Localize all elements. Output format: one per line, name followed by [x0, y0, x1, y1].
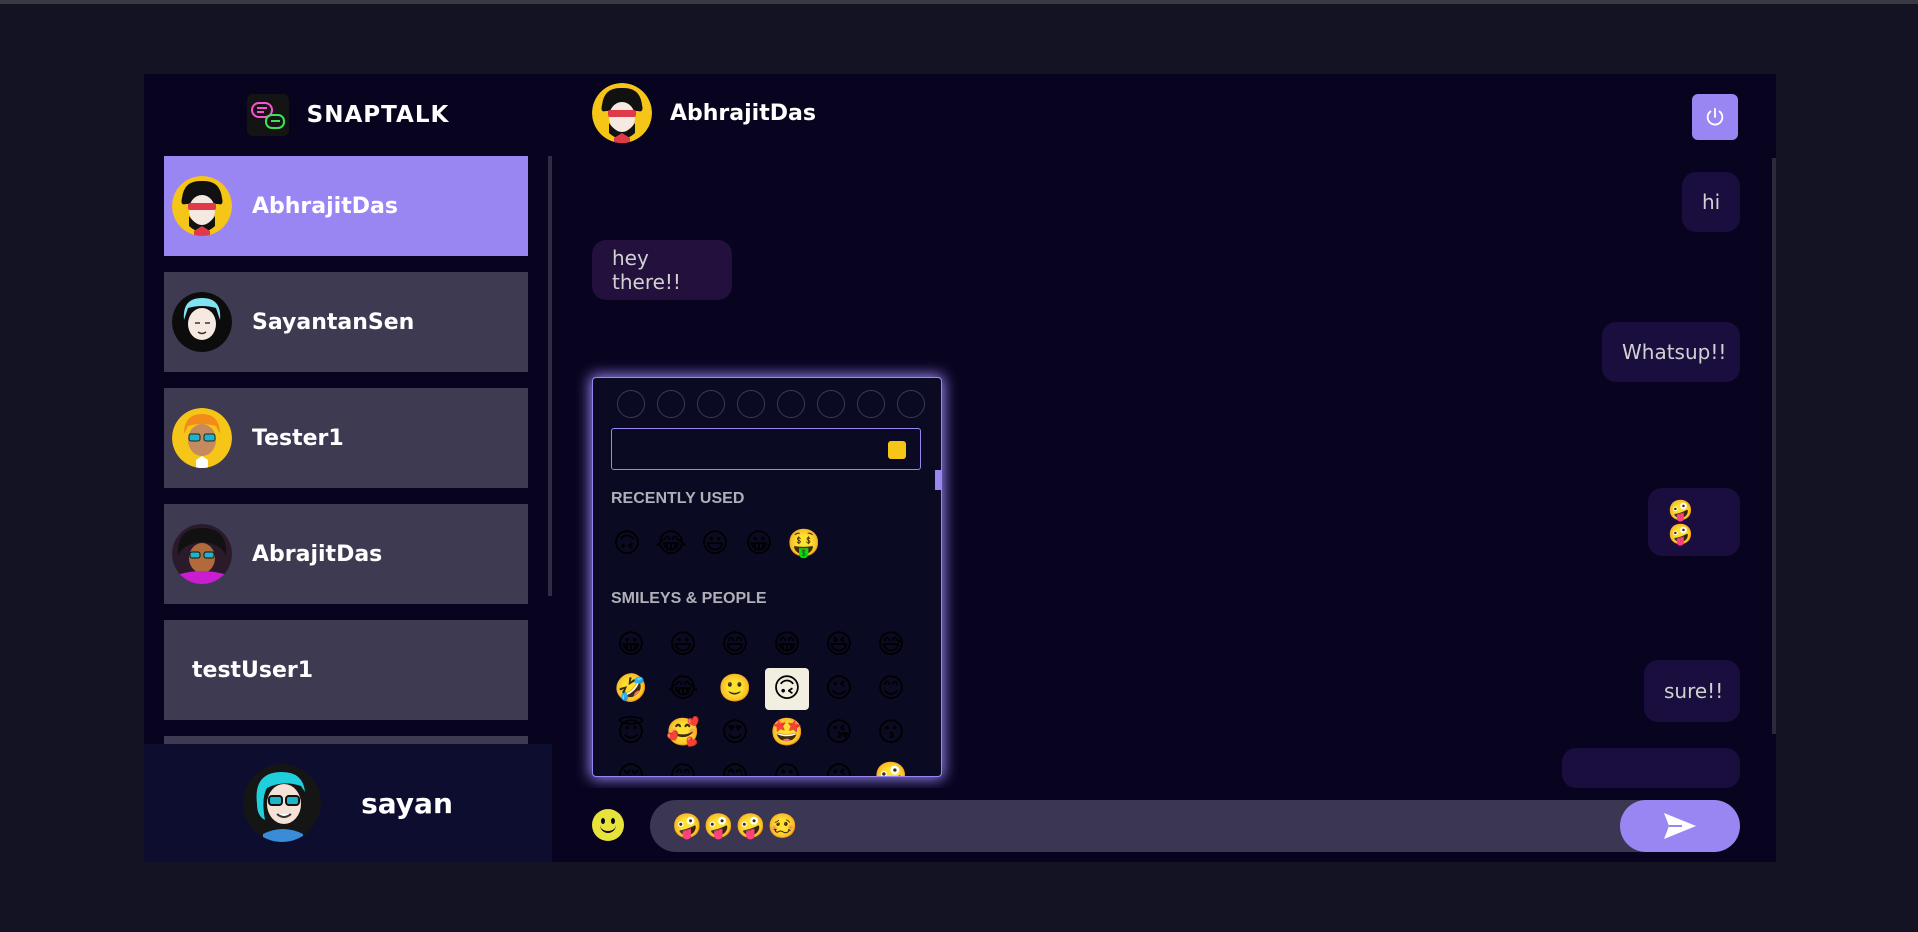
emoji-item[interactable]: 😁: [765, 624, 809, 666]
emoji-picker: RECENTLY USED 🙃 😂 😃 😀 🤑 SMILEYS & PEOPLE…: [592, 377, 942, 777]
contact-item-sayantansen[interactable]: SayantanSen: [164, 272, 528, 372]
message-sent-partial: [1562, 748, 1740, 788]
contact-name: SayantanSen: [252, 309, 415, 335]
emoji-item[interactable]: 😊: [869, 668, 913, 710]
chat-contact-name: AbhrajitDas: [670, 100, 816, 126]
emoji-item[interactable]: 😘: [817, 712, 861, 754]
recently-used-label: RECENTLY USED: [611, 490, 745, 507]
current-user-name: sayan: [361, 786, 453, 820]
recent-emoji-row: 🙃 😂 😃 😀 🤑: [611, 528, 821, 560]
contact-item-partial[interactable]: [164, 736, 528, 744]
message-input[interactable]: 🤪🤪🤪🥴: [650, 800, 1738, 852]
message-received: hey there!!: [592, 240, 732, 300]
logout-button[interactable]: [1692, 94, 1738, 140]
avatar-icon: [172, 176, 232, 236]
contact-item-abrajitdas[interactable]: AbrajitDas: [164, 504, 528, 604]
emoji-item[interactable]: 🥰: [661, 712, 705, 754]
clock-icon[interactable]: [817, 390, 845, 418]
contact-item-testuser1[interactable]: testUser1: [164, 620, 528, 720]
emoji-item-highlighted[interactable]: 🙃: [765, 668, 809, 710]
emoji-item[interactable]: 😍: [713, 712, 757, 754]
avatar-icon: [172, 292, 232, 352]
send-button[interactable]: [1620, 800, 1740, 852]
emoji-item[interactable]: 😃: [661, 624, 705, 666]
emoji-item[interactable]: 😂: [655, 528, 687, 560]
brand: SNAPTALK: [144, 74, 552, 156]
brand-name: SNAPTALK: [306, 102, 450, 128]
emoji-item[interactable]: 😉: [817, 668, 861, 710]
emoji-item[interactable]: 😚: [609, 756, 653, 776]
places-icon[interactable]: [737, 390, 765, 418]
emoji-toggle-button[interactable]: [592, 809, 624, 841]
emoji-item[interactable]: 😃: [699, 528, 731, 560]
chat-app: SNAPTALK AbhrajitDas SayantanSen Tester1…: [144, 74, 1776, 862]
contacts-sidebar: SNAPTALK AbhrajitDas SayantanSen Tester1…: [144, 74, 552, 862]
contact-list: AbhrajitDas SayantanSen Tester1 AbrajitD…: [164, 156, 528, 744]
chat-header: AbhrajitDas: [552, 74, 1776, 152]
avatar-icon: [172, 408, 232, 468]
emoji-item[interactable]: 😂: [661, 668, 705, 710]
message-input-bar: 🤪🤪🤪🥴: [552, 788, 1776, 862]
emoji-item[interactable]: 😛: [765, 756, 809, 776]
avatar-icon: [243, 764, 322, 842]
nature-icon[interactable]: [697, 390, 725, 418]
emoji-item[interactable]: 😜: [817, 756, 861, 776]
emoji-item[interactable]: 🤪: [869, 756, 913, 776]
emoji-category-tabs: [593, 378, 941, 418]
message-sent: sure!!: [1644, 660, 1740, 722]
emoji-item[interactable]: 😗: [869, 712, 913, 754]
emoji-search-input[interactable]: [611, 428, 921, 470]
emoji-item[interactable]: 😙: [661, 756, 705, 776]
emoji-item[interactable]: 🤩: [765, 712, 809, 754]
food-icon[interactable]: [657, 390, 685, 418]
globe-icon[interactable]: [897, 390, 925, 418]
emoji-picker-scrollbar[interactable]: [935, 470, 941, 490]
messages-scrollbar[interactable]: [1772, 158, 1776, 734]
message-sent: hi: [1682, 172, 1740, 232]
emoji-item[interactable]: 🙃: [611, 528, 643, 560]
emoji-item[interactable]: 😄: [713, 624, 757, 666]
emoji-item[interactable]: 😀: [609, 624, 653, 666]
contact-item-tester1[interactable]: Tester1: [164, 388, 528, 488]
contact-name: Tester1: [252, 425, 344, 451]
smileys-people-label: SMILEYS & PEOPLE: [611, 590, 767, 607]
contact-name: AbrajitDas: [252, 541, 383, 567]
emoji-item[interactable]: 😀: [743, 528, 775, 560]
emoji-item[interactable]: 😋: [713, 756, 757, 776]
send-icon: [1664, 813, 1696, 839]
avatar-icon: [172, 524, 232, 584]
smileys-emoji-grid: 😀 😃 😄 😁 😆 😅 🤣 😂 🙂 🙃 😉 😊 😇 🥰 😍 🤩 😘 😗 😚 😙 …: [609, 624, 913, 776]
skin-tone-icon[interactable]: [888, 441, 906, 459]
contact-item-abhrajitdas[interactable]: AbhrajitDas: [164, 156, 528, 256]
message-sent: 🤪🤪: [1648, 488, 1740, 556]
message-sent: Whatsup!!: [1602, 322, 1740, 382]
chat-bubbles-icon: [246, 94, 289, 136]
chat-panel: AbhrajitDas hi hey there!! Whatsup!! 🤪🤪 …: [552, 74, 1776, 862]
contact-name: AbhrajitDas: [252, 193, 398, 219]
activity-icon[interactable]: [777, 390, 805, 418]
emoji-item[interactable]: 🙂: [713, 668, 757, 710]
power-icon: [1706, 107, 1724, 126]
emoji-item[interactable]: 🤑: [787, 528, 821, 560]
heart-icon[interactable]: [857, 390, 885, 418]
emoji-item[interactable]: 😆: [817, 624, 861, 666]
avatar-icon: [592, 83, 652, 143]
emoji-item[interactable]: 😅: [869, 624, 913, 666]
emoji-item[interactable]: 🤣: [609, 668, 653, 710]
contact-name: testUser1: [192, 657, 314, 683]
people-icon[interactable]: [617, 390, 645, 418]
current-user-panel: sayan: [144, 744, 552, 862]
emoji-item[interactable]: 😇: [609, 712, 653, 754]
